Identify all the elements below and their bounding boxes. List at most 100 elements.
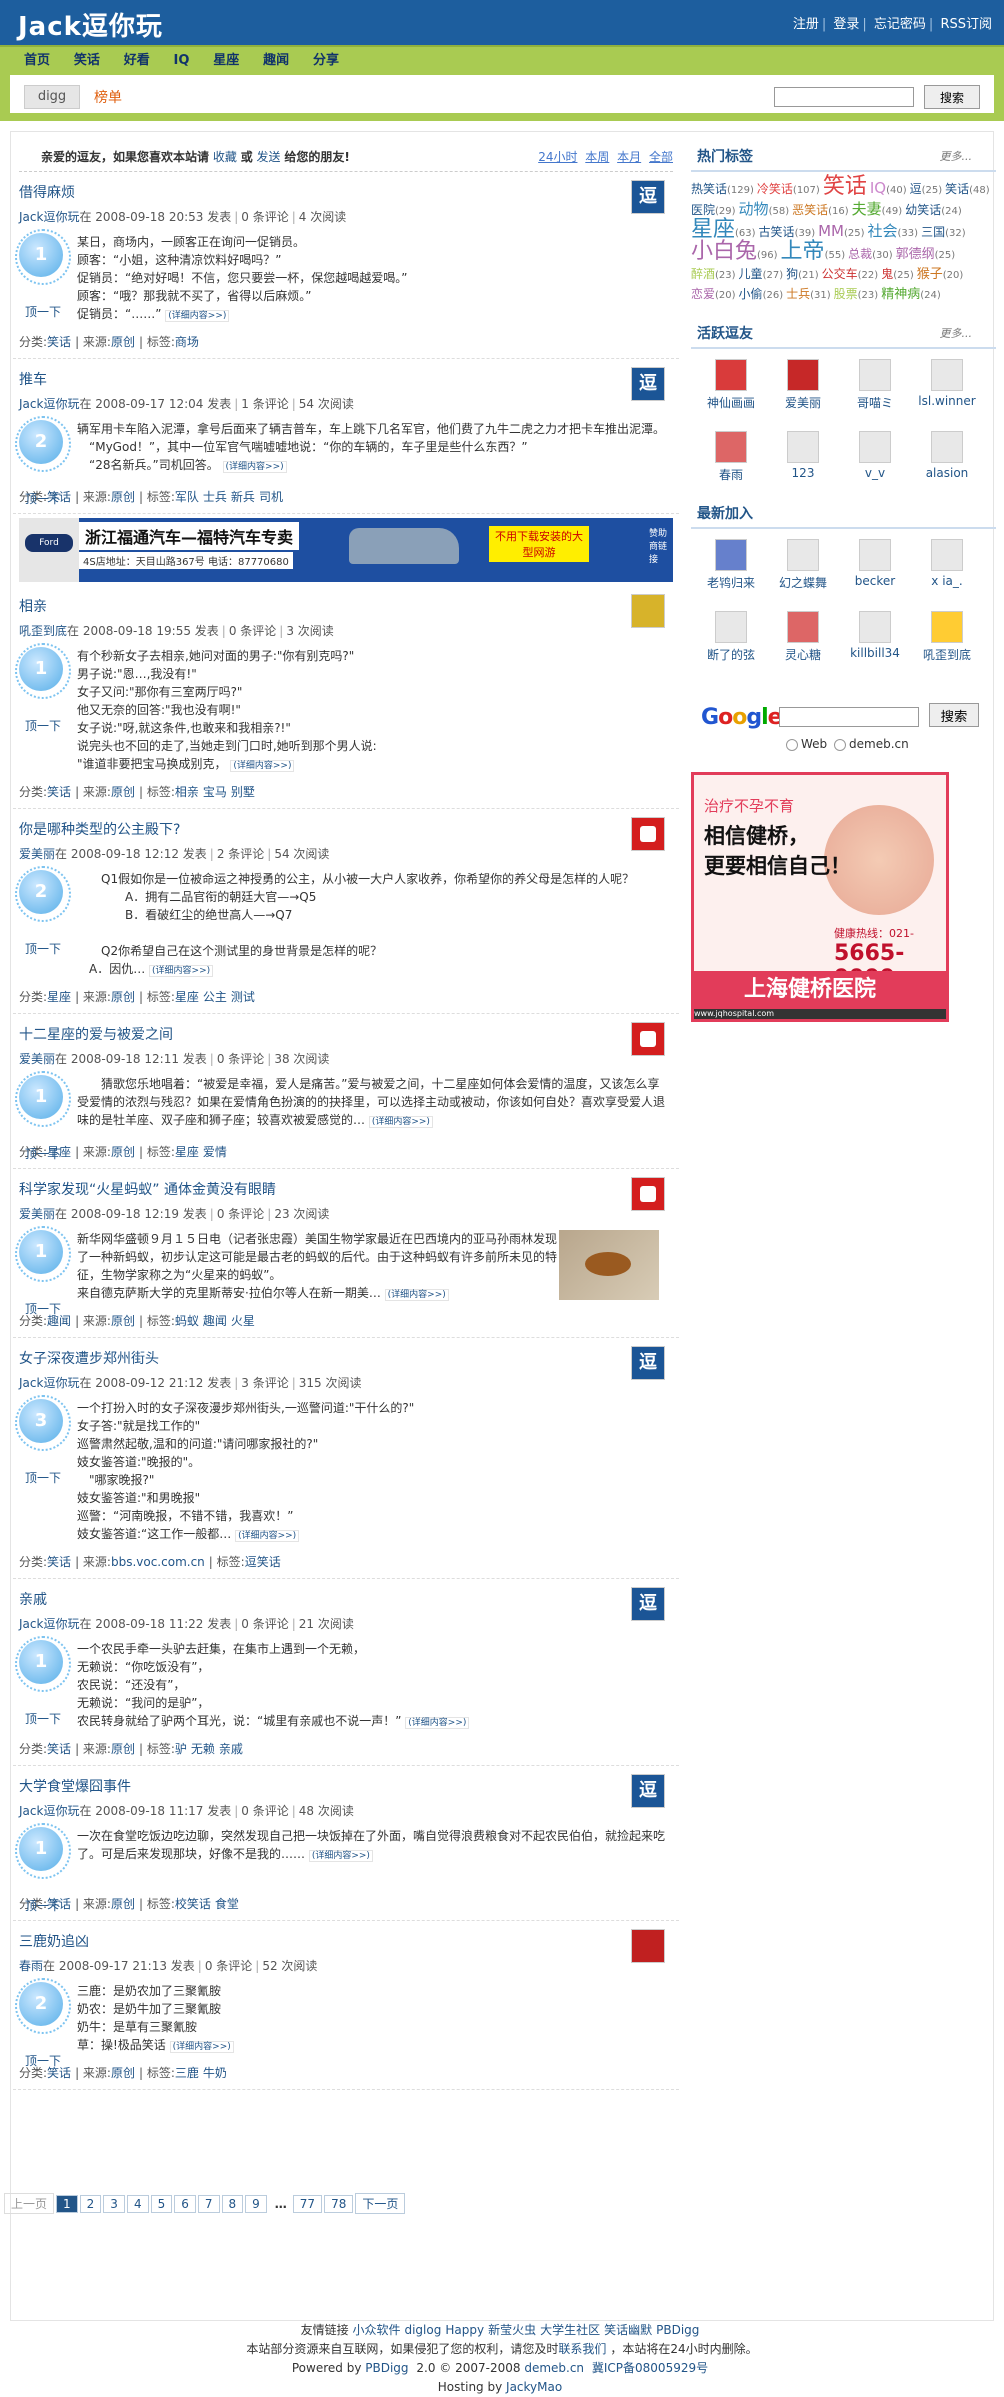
digg-button[interactable]: 顶一下 bbox=[25, 1469, 61, 1486]
user-item[interactable]: 灵心糖 bbox=[767, 611, 839, 677]
time-all[interactable]: 全部 bbox=[649, 150, 673, 164]
story-title[interactable]: 女子深夜遭步郑州街头 bbox=[19, 1338, 669, 1368]
tag-cloud-item[interactable]: MM(25) bbox=[818, 222, 864, 243]
user-item[interactable]: 吼歪到底 bbox=[911, 611, 983, 677]
story-author[interactable]: 春雨 bbox=[19, 1959, 43, 1973]
send-link[interactable]: 发送 bbox=[257, 150, 281, 164]
read-more-link[interactable]: (详细内容>>) bbox=[308, 1850, 373, 1862]
story-source[interactable]: 原创 bbox=[111, 990, 135, 1004]
story-source[interactable]: 原创 bbox=[111, 1145, 135, 1159]
read-more-link[interactable]: (详细内容>>) bbox=[235, 1530, 300, 1542]
tag-cloud-item[interactable]: 儿童(27) bbox=[739, 265, 784, 285]
author-avatar[interactable]: 逗 bbox=[631, 367, 665, 401]
user-item[interactable]: lsl.winner bbox=[911, 359, 983, 425]
read-more-link[interactable]: (详细内容>>) bbox=[149, 965, 214, 977]
page-link[interactable]: 4 bbox=[126, 2195, 149, 2213]
tag-cloud-item[interactable]: 公交车(22) bbox=[822, 265, 879, 285]
digg-button[interactable]: 顶一下 bbox=[25, 303, 61, 320]
story-author[interactable]: 爱美丽 bbox=[19, 847, 55, 861]
story-author[interactable]: 吼歪到底 bbox=[19, 624, 67, 638]
story-comments[interactable]: 0 条评论 bbox=[241, 1804, 288, 1818]
nav-jokes[interactable]: 笑话 bbox=[64, 47, 110, 75]
register-link[interactable]: 注册 bbox=[793, 17, 819, 32]
site-search-button[interactable]: 搜索 bbox=[924, 85, 980, 109]
friend-link[interactable]: Happy bbox=[445, 2323, 484, 2337]
digg-count-badge[interactable]: 1 bbox=[15, 1823, 71, 1879]
user-item[interactable]: killbill34 bbox=[839, 611, 911, 677]
story-source[interactable]: 原创 bbox=[111, 2066, 135, 2080]
story-author[interactable]: Jack逗你玩 bbox=[19, 1804, 79, 1818]
story-title[interactable]: 科学家发现“火星蚂蚁” 通体金黄没有眼睛 bbox=[19, 1169, 669, 1199]
friend-link[interactable]: 小众软件 bbox=[352, 2323, 400, 2337]
story-tag[interactable]: 火星 bbox=[231, 1314, 255, 1328]
digg-button[interactable]: 顶一下 bbox=[25, 490, 61, 507]
tag-cloud-item[interactable]: 幼笑话(24) bbox=[905, 201, 962, 221]
story-source[interactable]: 原创 bbox=[111, 1897, 135, 1911]
nav-astro[interactable]: 星座 bbox=[203, 47, 249, 75]
nav-pics[interactable]: 好看 bbox=[114, 47, 160, 75]
tag-cloud-item[interactable]: 精神病(24) bbox=[881, 286, 941, 305]
story-title[interactable]: 你是哪种类型的公主殿下? bbox=[19, 809, 669, 839]
tag-cloud-item[interactable]: 醉酒(23) bbox=[691, 265, 736, 285]
story-tag[interactable]: 商场 bbox=[175, 335, 199, 349]
digg-count-badge[interactable]: 3 bbox=[15, 1395, 71, 1451]
tag-cloud-item[interactable]: 社会(33) bbox=[868, 222, 919, 243]
digg-button[interactable]: 顶一下 bbox=[25, 1300, 61, 1317]
story-comments[interactable]: 1 条评论 bbox=[241, 397, 288, 411]
tag-cloud-item[interactable]: 士兵(31) bbox=[786, 285, 831, 305]
google-search-button[interactable]: 搜索 bbox=[929, 703, 979, 727]
user-item[interactable]: 幻之蝶舞 bbox=[767, 539, 839, 605]
digg-button[interactable]: 顶一下 bbox=[25, 717, 61, 734]
story-tag[interactable]: 士兵 bbox=[203, 490, 227, 504]
pbdigg-link[interactable]: PBDigg bbox=[365, 2361, 408, 2375]
nav-share[interactable]: 分享 bbox=[303, 47, 349, 75]
user-item[interactable]: 123 bbox=[767, 431, 839, 497]
hospital-ad[interactable]: 治疗不孕不育 相信健桥，更要相信自己！ 健康热线：021-5665-9999 上… bbox=[691, 772, 949, 1022]
story-tag[interactable]: 牛奶 bbox=[203, 2066, 227, 2080]
story-tag[interactable]: 爱情 bbox=[203, 1145, 227, 1159]
author-avatar[interactable] bbox=[631, 1929, 665, 1963]
google-scope[interactable]: Web demeb.cn bbox=[783, 737, 909, 751]
friend-link[interactable]: PBDigg bbox=[656, 2323, 699, 2337]
login-link[interactable]: 登录 bbox=[833, 17, 859, 32]
site-link[interactable]: demeb.cn bbox=[524, 2361, 584, 2375]
page-link[interactable]: 3 bbox=[103, 2195, 125, 2213]
page-link[interactable]: 77 bbox=[292, 2195, 323, 2213]
story-category[interactable]: 星座 bbox=[47, 990, 71, 1004]
icp-link[interactable]: 冀ICP备08005929号 bbox=[592, 2361, 708, 2375]
page-link[interactable]: 5 bbox=[150, 2195, 173, 2213]
user-item[interactable]: alasion bbox=[911, 431, 983, 497]
story-source[interactable]: 原创 bbox=[111, 490, 135, 504]
story-comments[interactable]: 0 条评论 bbox=[217, 1052, 264, 1066]
prev-page[interactable]: 上一页 bbox=[4, 2193, 55, 2214]
tag-cloud-item[interactable]: 狗(21) bbox=[786, 265, 819, 285]
author-avatar[interactable]: 逗 bbox=[631, 1587, 665, 1621]
story-title[interactable]: 相亲 bbox=[19, 586, 669, 616]
tab-digg[interactable]: digg bbox=[24, 85, 80, 109]
digg-count-badge[interactable]: 1 bbox=[15, 1071, 71, 1127]
story-title[interactable]: 推车 bbox=[19, 359, 669, 389]
page-link[interactable]: 7 bbox=[197, 2195, 220, 2213]
story-title[interactable]: 十二星座的爱与被爱之间 bbox=[19, 1014, 669, 1044]
digg-count-badge[interactable]: 1 bbox=[15, 1636, 71, 1692]
read-more-link[interactable]: (详细内容>>) bbox=[230, 760, 295, 772]
read-more-link[interactable]: (详细内容>>) bbox=[165, 310, 230, 322]
tag-cloud-item[interactable]: 动物(58) bbox=[739, 200, 790, 221]
tag-cloud-item[interactable]: 恶笑话(16) bbox=[792, 201, 849, 221]
friend-link[interactable]: diglog bbox=[404, 2323, 441, 2337]
digg-count-badge[interactable]: 2 bbox=[15, 866, 71, 922]
page-link[interactable]: 1 bbox=[56, 2195, 78, 2213]
author-avatar[interactable] bbox=[631, 594, 665, 628]
story-comments[interactable]: 0 条评论 bbox=[241, 1617, 288, 1631]
site-logo[interactable]: Jack逗你玩 bbox=[18, 6, 163, 43]
contact-link[interactable]: 联系我们 bbox=[558, 2342, 606, 2356]
tag-cloud-item[interactable]: 恋爱(20) bbox=[691, 285, 736, 305]
story-tag[interactable]: 蚂蚁 bbox=[175, 1314, 199, 1328]
read-more-link[interactable]: (详细内容>>) bbox=[405, 1717, 470, 1729]
story-comments[interactable]: 0 条评论 bbox=[205, 1959, 252, 1973]
story-tag[interactable]: 逗笑话 bbox=[245, 1555, 281, 1569]
story-author[interactable]: 爱美丽 bbox=[19, 1207, 55, 1221]
story-comments[interactable]: 0 条评论 bbox=[217, 1207, 264, 1221]
friend-link[interactable]: 大学生社区 bbox=[540, 2323, 600, 2337]
time-month[interactable]: 本月 bbox=[617, 150, 641, 164]
